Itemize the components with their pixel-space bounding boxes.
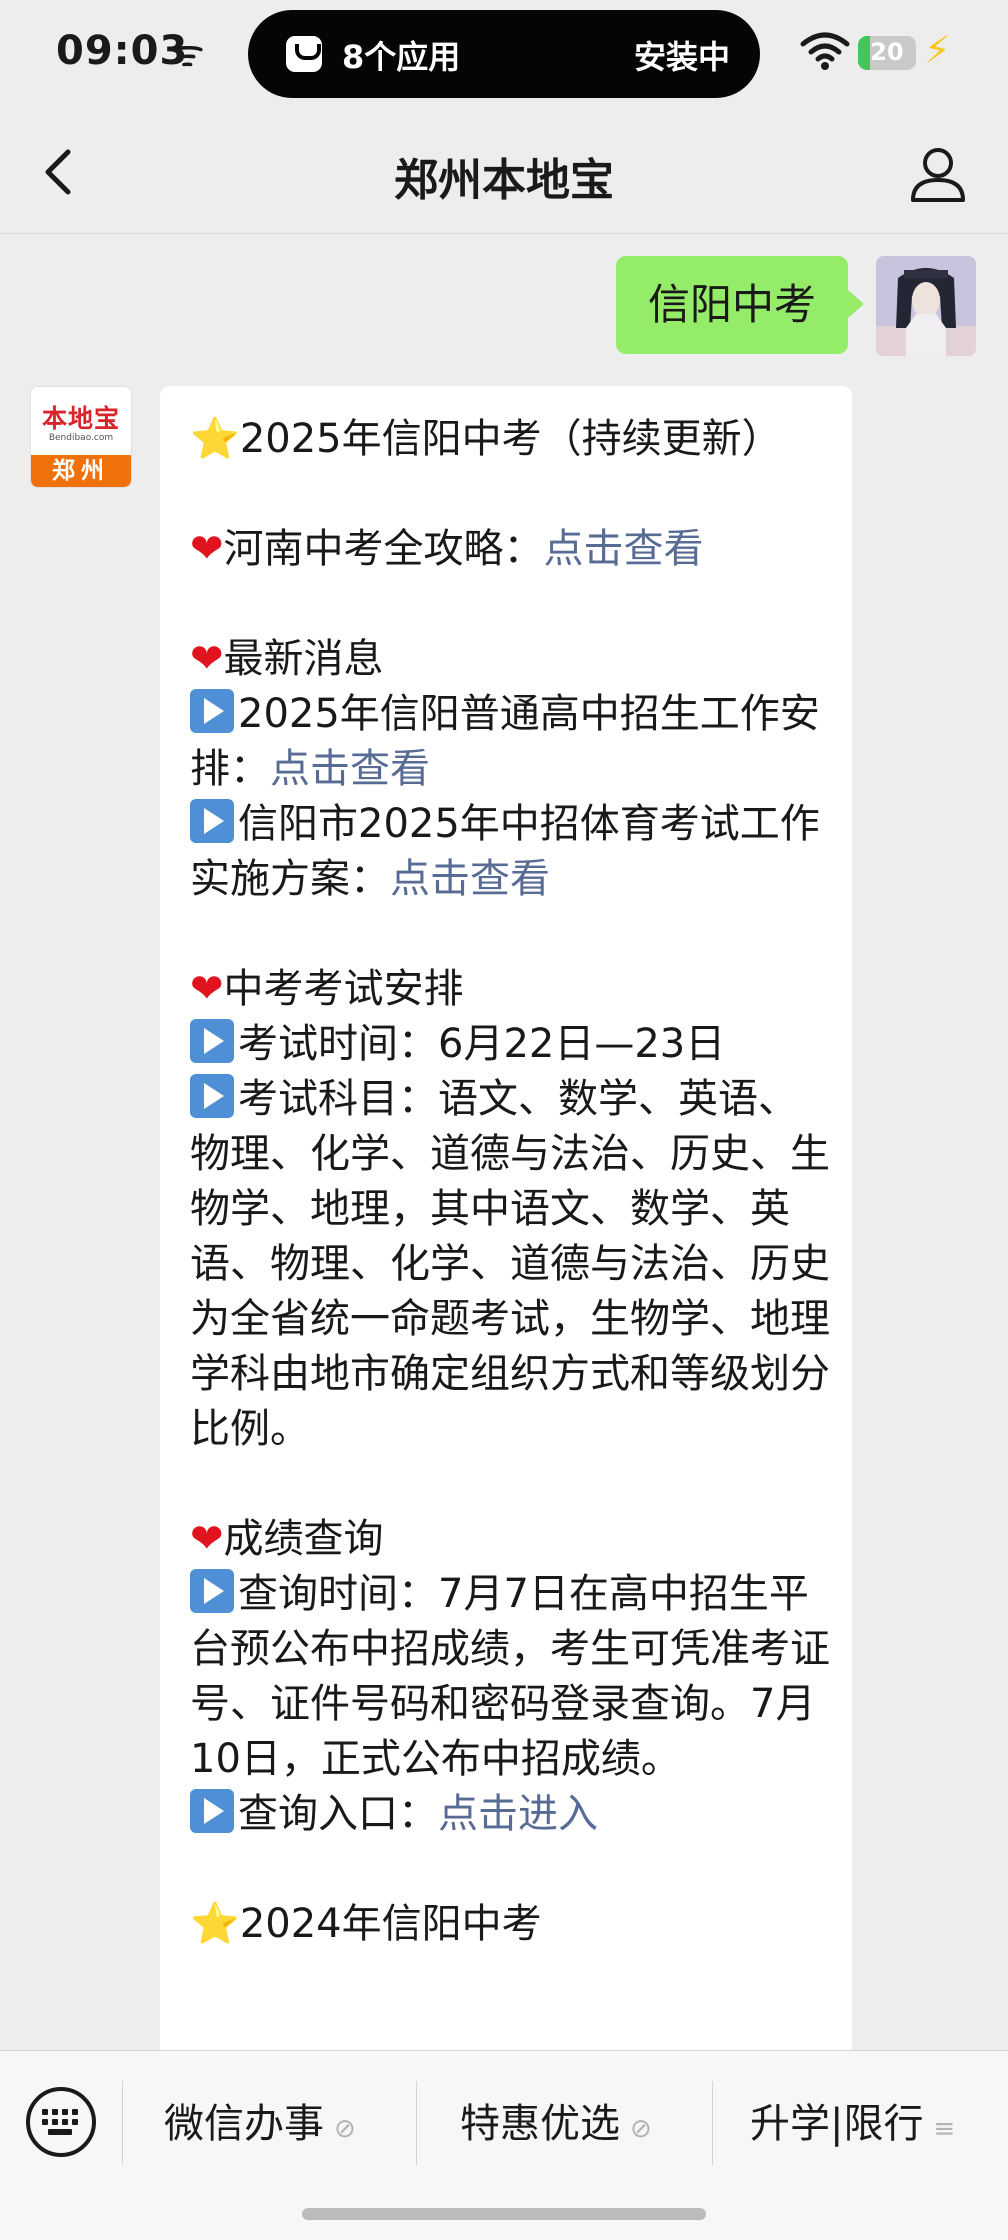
bot-logo-url: Bendibao.com (48, 433, 114, 443)
menu-item-label: 微信办事 (164, 2101, 324, 2147)
exam-time: 考试时间：6月22日—23日 (238, 1021, 726, 1067)
menu-divider (712, 2081, 713, 2165)
bot-message-bubble: ⭐2025年信阳中考（持续更新） ❤河南中考全攻略：点击查看 ❤最新消息 202… (160, 386, 852, 2050)
message-title: 2025年信阳中考（持续更新） (239, 416, 782, 462)
score-entry-link[interactable]: 点击进入 (438, 1791, 598, 1837)
bot-logo-name: 本地宝 (41, 404, 120, 433)
menu-item-wechat-services[interactable]: 微信办事 ⊘ (164, 2089, 356, 2159)
menu-item-deals[interactable]: 特惠优选 ⊘ (460, 2089, 652, 2159)
profile-icon[interactable] (908, 144, 968, 204)
news-heading: 最新消息 (223, 636, 384, 682)
play-button-icon (190, 689, 234, 733)
heart-icon: ❤ (190, 636, 224, 682)
exam-subjects: 考试科目：语文、数学、英语、物理、化学、道德与法治、历史、生物学、地理，其中语文… (190, 1076, 830, 1452)
exam-heading: 中考考试安排 (223, 966, 464, 1012)
wifi-icon (800, 32, 850, 70)
chat-area[interactable]: 信阳中考 本地宝 Bendibao.com 郑州 ⭐2025年信阳中考（持续更新… (0, 234, 1008, 2050)
bot-avatar[interactable]: 本地宝 Bendibao.com 郑州 (30, 386, 132, 488)
heart-icon: ❤ (190, 526, 224, 572)
menu-divider (122, 2081, 123, 2165)
submenu-icon: ≡ (933, 2114, 956, 2144)
keyboard-toggle-icon[interactable] (26, 2087, 96, 2157)
live-activity-pill[interactable]: 8个应用 安装中 (248, 10, 760, 98)
score-entry-label: 查询入口： (238, 1791, 438, 1837)
prev-year-title: 2024年信阳中考 (239, 1901, 542, 1947)
user-avatar-illustration (876, 256, 976, 356)
page-title: 郑州本地宝 (394, 155, 614, 206)
user-avatar[interactable] (876, 256, 976, 356)
menu-item-education-traffic[interactable]: 升学|限行 ≡ (750, 2089, 955, 2159)
battery-icon: 20 (858, 36, 916, 70)
news-item-link[interactable]: 点击查看 (390, 856, 550, 902)
strategy-link[interactable]: 点击查看 (544, 526, 704, 572)
play-button-icon (190, 1569, 234, 1613)
star-icon: ⭐ (190, 416, 240, 462)
nav-bar: 郑州本地宝 (0, 110, 1008, 234)
heart-icon: ❤ (190, 1516, 224, 1562)
menu-item-label: 升学|限行 (750, 2101, 924, 2147)
user-message-bubble[interactable]: 信阳中考 (616, 256, 864, 354)
play-button-icon (190, 1074, 234, 1118)
play-button-icon (190, 1789, 234, 1833)
play-button-icon (190, 1019, 234, 1063)
star-icon: ⭐ (190, 1901, 240, 1947)
bot-logo-city: 郑州 (31, 455, 131, 487)
strategy-label: 河南中考全攻略： (223, 526, 544, 572)
live-activity-apps: 8个应用 (342, 38, 461, 76)
link-icon: ⊘ (630, 2114, 652, 2144)
score-time: 查询时间：7月7日在高中招生平台预公布中招成绩，考生可凭准考证号、证件号码和密码… (190, 1571, 830, 1782)
home-indicator[interactable] (302, 2208, 706, 2220)
play-button-icon (190, 799, 234, 843)
battery-level: 20 (870, 38, 904, 66)
charging-icon: ⚡ (924, 28, 951, 72)
status-bar: 09:03 ᯤ 8个应用 安装中 20 ⚡ (0, 0, 1008, 110)
app-store-icon (286, 36, 322, 72)
score-heading: 成绩查询 (223, 1516, 384, 1562)
news-item-link[interactable]: 点击查看 (270, 746, 430, 792)
menu-divider (416, 2081, 417, 2165)
menu-item-label: 特惠优选 (460, 2101, 620, 2147)
heart-icon: ❤ (190, 966, 224, 1012)
link-icon: ⊘ (334, 2114, 356, 2144)
live-activity-status: 安装中 (633, 38, 730, 76)
status-time: 09:03 (56, 28, 189, 74)
network-icon: ᯤ (170, 31, 205, 75)
